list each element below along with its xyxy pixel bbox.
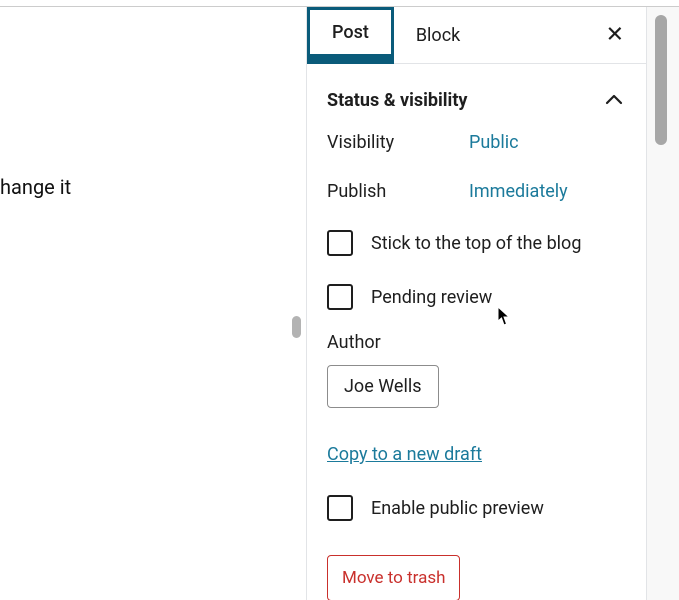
section-body: Visibility Public Publish Immediately St… [307,132,646,600]
copy-to-new-draft-link[interactable]: Copy to a new draft [327,444,482,465]
publish-row: Publish Immediately [327,181,626,202]
pending-review-label: Pending review [371,287,492,308]
tab-post[interactable]: Post [307,7,394,64]
public-preview-label: Enable public preview [371,498,544,519]
sticky-checkbox[interactable] [327,230,353,256]
tab-block[interactable]: Block [394,7,482,64]
close-icon: ✕ [606,23,624,48]
page-scrollbar-track[interactable] [646,7,679,600]
settings-sidebar: Post Block ✕ Status & visibility Visibil… [306,7,646,600]
move-to-trash-button[interactable]: Move to trash [327,555,460,600]
editor-canvas[interactable]: hange it [0,7,288,600]
move-to-trash-label: Move to trash [342,568,445,588]
close-sidebar-button[interactable]: ✕ [606,23,624,48]
visibility-label: Visibility [327,132,469,153]
page-scrollbar-thumb[interactable] [655,15,667,145]
section-header-status-visibility[interactable]: Status & visibility [307,64,646,132]
tab-block-label: Block [416,25,460,46]
author-label: Author [327,332,626,353]
author-select[interactable]: Joe Wells [327,365,439,408]
section-title: Status & visibility [327,90,467,111]
resize-grip-icon [292,316,301,338]
author-value: Joe Wells [344,376,422,397]
sticky-row: Stick to the top of the blog [327,230,626,256]
sidebar-resize-handle[interactable] [288,7,306,600]
public-preview-row: Enable public preview [327,495,626,521]
publish-value-button[interactable]: Immediately [469,181,568,202]
visibility-row: Visibility Public [327,132,626,153]
chevron-up-icon [602,88,626,112]
sidebar-tabs: Post Block ✕ [307,7,646,64]
editor-text-fragment: hange it [0,175,71,199]
public-preview-checkbox[interactable] [327,495,353,521]
pending-review-checkbox[interactable] [327,284,353,310]
visibility-value-button[interactable]: Public [469,132,519,153]
publish-label: Publish [327,181,469,202]
sticky-label: Stick to the top of the blog [371,233,581,254]
pending-review-row: Pending review [327,284,626,310]
tab-post-label: Post [332,22,369,43]
